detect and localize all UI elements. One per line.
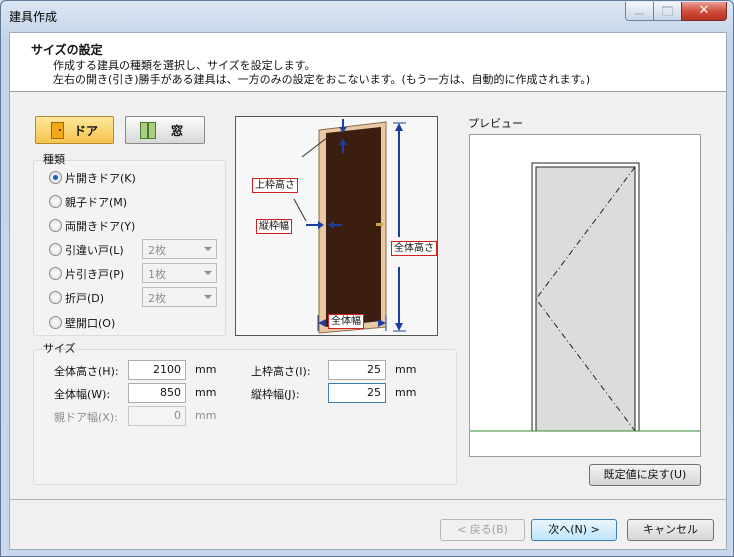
- unit-label: mm: [195, 409, 217, 422]
- input-value: 850: [160, 386, 181, 399]
- close-button[interactable]: ✕: [681, 2, 727, 21]
- footer-divider: [10, 499, 726, 500]
- unit-label: mm: [395, 363, 417, 376]
- chevron-down-icon: [204, 247, 212, 251]
- title-bar: 建具作成 ✕: [1, 1, 733, 31]
- size-caption: サイズ: [43, 342, 76, 355]
- sliding-single-count-select[interactable]: 1枚: [142, 263, 217, 283]
- radio-button[interactable]: [49, 195, 62, 208]
- size-diagram: 上枠高さ 縦枠幅 全体高さ 全体幅: [235, 116, 438, 336]
- input-value: 0: [174, 409, 181, 422]
- top-frame-height-callout: 上枠高さ: [252, 178, 298, 193]
- vertical-frame-width-label: 縦枠幅(J):: [251, 388, 300, 401]
- select-value: 1枚: [148, 268, 166, 281]
- sliding-double-count-select[interactable]: 2枚: [142, 239, 217, 259]
- total-width-label: 全体幅(W):: [54, 388, 111, 401]
- next-button[interactable]: 次へ(N) >: [531, 519, 617, 541]
- close-icon: ✕: [698, 3, 710, 18]
- window-type-label: 窓: [171, 124, 184, 138]
- unit-label: mm: [395, 386, 417, 399]
- radio-label: 片開きドア(K): [65, 172, 136, 185]
- kind-caption: 種類: [43, 153, 65, 166]
- radio-label: 親子ドア(M): [65, 196, 128, 209]
- folding-door-count-select[interactable]: 2枚: [142, 287, 217, 307]
- radio-button[interactable]: [49, 291, 62, 304]
- window-title: 建具作成: [9, 10, 58, 24]
- input-value: 25: [367, 386, 381, 399]
- header-description-2: 左右の開き(引き)勝手がある建具は、一方のみの設定をおこないます。(もう一方は、…: [53, 73, 591, 86]
- preview-label: プレビュー: [468, 117, 523, 130]
- total-height-input[interactable]: 2100: [128, 360, 186, 380]
- back-button[interactable]: < 戻る(B): [440, 519, 525, 541]
- radio-label: 片引き戸(P): [65, 268, 125, 281]
- dialog-window: 建具作成 ✕ サイズの設定 作成する建具の種類を選択し、サイズを設定します。 左…: [0, 0, 734, 557]
- vertical-frame-width-input[interactable]: 25: [328, 383, 386, 403]
- input-value: 25: [367, 363, 381, 376]
- door-type-label: ドア: [74, 124, 99, 138]
- page-title: サイズの設定: [31, 43, 103, 57]
- preview-canvas: [469, 134, 701, 457]
- top-frame-height-label: 上枠高さ(I):: [251, 365, 311, 378]
- radio-label: 折戸(D): [65, 292, 105, 305]
- select-value: 2枚: [148, 292, 166, 305]
- total-width-input[interactable]: 850: [128, 383, 186, 403]
- select-value: 2枚: [148, 244, 166, 257]
- top-frame-height-input[interactable]: 25: [328, 360, 386, 380]
- radio-button[interactable]: [49, 243, 62, 256]
- total-height-label: 全体高さ(H):: [54, 365, 119, 378]
- chevron-down-icon: [204, 295, 212, 299]
- maximize-button[interactable]: [653, 2, 682, 21]
- wizard-header: サイズの設定 作成する建具の種類を選択し、サイズを設定します。 左右の開き(引き…: [10, 33, 726, 92]
- chevron-down-icon: [204, 271, 212, 275]
- door-type-button[interactable]: ドア: [35, 116, 114, 144]
- parent-door-width-input[interactable]: 0: [128, 406, 186, 426]
- radio-label: 両開きドア(Y): [65, 220, 136, 233]
- radio-label: 引違い戸(L): [65, 244, 124, 257]
- input-value: 2100: [153, 363, 181, 376]
- radio-button[interactable]: [49, 316, 62, 329]
- radio-label: 壁開口(O): [65, 317, 116, 330]
- window-type-button[interactable]: 窓: [125, 116, 205, 144]
- vertical-frame-width-callout: 縦枠幅: [256, 219, 292, 234]
- unit-label: mm: [195, 363, 217, 376]
- total-height-callout: 全体高さ: [391, 241, 437, 256]
- radio-button[interactable]: [49, 171, 62, 184]
- radio-button[interactable]: [49, 219, 62, 232]
- window-icon: [140, 122, 156, 139]
- dialog-client: サイズの設定 作成する建具の種類を選択し、サイズを設定します。 左右の開き(引き…: [9, 32, 727, 550]
- preview-door-svg: [470, 162, 700, 432]
- radio-button[interactable]: [49, 267, 62, 280]
- parent-door-width-label: 親ドア幅(X):: [54, 411, 118, 424]
- cancel-button[interactable]: キャンセル: [627, 519, 714, 541]
- minimize-button[interactable]: [625, 2, 654, 21]
- door-icon: [51, 122, 64, 139]
- total-width-callout-visible: 全体幅: [328, 314, 364, 329]
- unit-label: mm: [195, 386, 217, 399]
- reset-defaults-button[interactable]: 既定値に戻す(U): [589, 464, 701, 486]
